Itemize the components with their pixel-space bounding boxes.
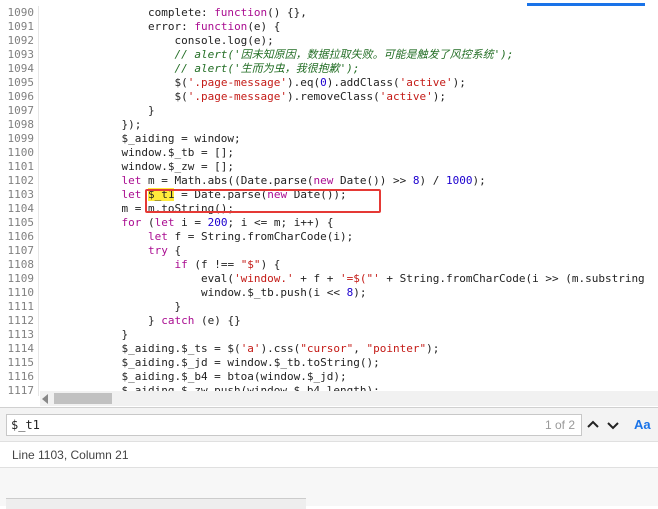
line-number: 1108	[7, 258, 35, 271]
line-number: 1092	[7, 34, 35, 47]
search-match-count: 1 of 2	[544, 418, 575, 432]
code-line: 1091 error: function(e) {	[0, 20, 658, 34]
line-number: 1095	[7, 76, 35, 89]
line-code: $_aiding.$_jd = window.$_tb.toString();	[42, 356, 380, 369]
line-code: $_aiding = window;	[42, 132, 241, 145]
line-code: $_aiding.$_ts = $('a').css("cursor", "po…	[42, 342, 440, 355]
line-number: 1106	[7, 230, 35, 243]
line-number: 1110	[7, 286, 35, 299]
line-number: 1117	[7, 384, 35, 396]
scroll-left-icon[interactable]	[42, 394, 48, 404]
chevron-up-icon	[587, 420, 599, 428]
find-bar: $_t1 1 of 2 Aa	[0, 407, 658, 442]
code-line: 1113 }	[0, 328, 658, 342]
code-line: 1102 let m = Math.abs((Date.parse(new Da…	[0, 174, 658, 188]
line-number: 1099	[7, 132, 35, 145]
bottom-filter-strip	[6, 498, 306, 509]
line-number: 1096	[7, 90, 35, 103]
line-code: if (f !== "$") {	[174, 258, 281, 271]
bottom-panel	[0, 467, 658, 509]
status-bar: Line 1103, Column 21	[0, 441, 658, 468]
code-line: 1109 eval('window.' + f + '=$("' + Strin…	[0, 272, 658, 286]
line-code: } catch (e) {}	[42, 314, 241, 327]
search-match-highlight-box	[145, 189, 381, 213]
code-line: 1105 for (let i = 200; i <= m; i++) {	[0, 216, 658, 230]
code-line: 1097 }	[0, 104, 658, 118]
line-code: console.log(e);	[42, 34, 274, 47]
code-line: 1101 window.$_zw = [];	[0, 160, 658, 174]
code-line: 1110 window.$_tb.push(i << 8);	[0, 286, 658, 300]
line-number: 1091	[7, 20, 35, 33]
line-code: for (let i = 200; i <= m; i++) {	[121, 216, 334, 229]
code-line: 1115 $_aiding.$_jd = window.$_tb.toStrin…	[0, 356, 658, 370]
line-code: window.$_tb = [];	[42, 146, 235, 159]
code-line: 1116 $_aiding.$_b4 = btoa(window.$_jd);	[0, 370, 658, 384]
line-code: window.$_tb.push(i << 8);	[42, 286, 367, 299]
line-number: 1097	[7, 104, 35, 117]
line-number: 1100	[7, 146, 35, 159]
code-line: 1108 if (f !== "$") {	[0, 258, 658, 272]
match-case-toggle[interactable]: Aa	[634, 417, 651, 432]
line-code: eval('window.' + f + '=$("' + String.fro…	[42, 272, 645, 285]
code-line: 1100 window.$_tb = [];	[0, 146, 658, 160]
code-line: 1111 }	[0, 300, 658, 314]
scrollbar-thumb[interactable]	[54, 393, 112, 404]
line-number: 1112	[7, 314, 35, 327]
line-number: 1101	[7, 160, 35, 173]
line-code: }	[42, 328, 129, 341]
next-match-button[interactable]	[604, 416, 622, 434]
horizontal-scrollbar[interactable]	[40, 391, 658, 406]
line-code: window.$_zw = [];	[42, 160, 235, 173]
line-code: }	[42, 104, 155, 117]
previous-match-button[interactable]	[584, 416, 602, 434]
code-line: 1099 $_aiding = window;	[0, 132, 658, 146]
code-line: 1098 });	[0, 118, 658, 132]
search-input-value[interactable]: $_t1	[11, 415, 40, 435]
line-number: 1103	[7, 188, 35, 201]
line-code: let m = Math.abs((Date.parse(new Date())…	[121, 174, 486, 187]
line-number: 1109	[7, 272, 35, 285]
chevron-down-icon	[607, 422, 619, 430]
code-line: 1114 $_aiding.$_ts = $('a').css("cursor"…	[0, 342, 658, 356]
code-line: 1095 $('.page-message').eq(0).addClass('…	[0, 76, 658, 90]
line-number: 1116	[7, 370, 35, 383]
line-number: 1098	[7, 118, 35, 131]
line-code: complete: function() {},	[42, 6, 307, 19]
line-number: 1113	[7, 328, 35, 341]
line-number: 1094	[7, 62, 35, 75]
line-code: let f = String.fromCharCode(i);	[147, 230, 354, 243]
line-code: $('.page-message').eq(0).addClass('activ…	[42, 76, 466, 89]
line-code: // alert('生而为虫，我很抱歉');	[174, 62, 360, 75]
code-line: 1107 try {	[0, 244, 658, 258]
line-number: 1115	[7, 356, 35, 369]
line-number: 1107	[7, 244, 35, 257]
line-code: }	[42, 300, 182, 313]
line-number: 1104	[7, 202, 35, 215]
line-number: 1090	[7, 6, 35, 19]
search-input[interactable]: $_t1 1 of 2	[6, 414, 582, 436]
line-code: // alert('因未知原因，数据拉取失败。可能是触发了风控系统');	[174, 48, 514, 61]
code-line: 1112 } catch (e) {}	[0, 314, 658, 328]
line-number: 1093	[7, 48, 35, 61]
line-code: $_aiding.$_b4 = btoa(window.$_jd);	[42, 370, 347, 383]
line-number: 1111	[7, 300, 35, 313]
code-line: 1092 console.log(e);	[0, 34, 658, 48]
code-line: 1094 // alert('生而为虫，我很抱歉');	[0, 62, 658, 76]
code-line: 1090 complete: function() {},	[0, 6, 658, 20]
code-line: 1106 let f = String.fromCharCode(i);	[0, 230, 658, 244]
cursor-position: Line 1103, Column 21	[12, 448, 129, 462]
line-number: 1105	[7, 216, 35, 229]
code-editor[interactable]: 1090 complete: function() {}, 1091 error:…	[0, 6, 658, 396]
code-line: 1096 $('.page-message').removeClass('act…	[0, 90, 658, 104]
line-number: 1102	[7, 174, 35, 187]
line-code: try {	[147, 244, 182, 257]
code-line: 1093 // alert('因未知原因，数据拉取失败。可能是触发了风控系统')…	[0, 48, 658, 62]
line-code: $('.page-message').removeClass('active')…	[42, 90, 446, 103]
line-number: 1114	[7, 342, 35, 355]
line-code: error: function(e) {	[42, 20, 281, 33]
line-code: });	[42, 118, 142, 131]
